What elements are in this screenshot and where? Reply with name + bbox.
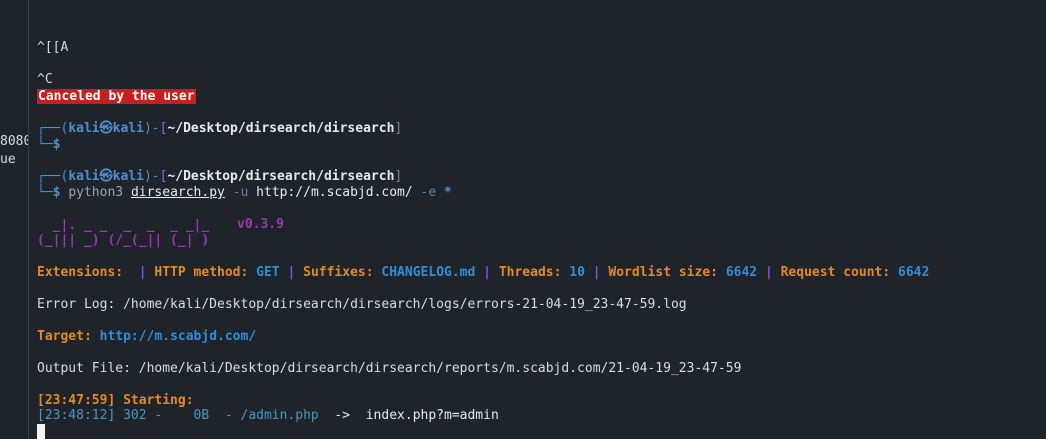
extensions-label: Extensions:: [37, 265, 124, 280]
prompt-frame: ]: [394, 169, 403, 184]
output-file-path: Output File: /home/kali/Desktop/dirsearc…: [37, 361, 742, 376]
http-method-value: GET: [256, 265, 280, 280]
wordlist-value: 6642: [725, 265, 758, 280]
prompt-frame: )-[: [143, 169, 168, 184]
canceled-message: Canceled by the user: [37, 89, 196, 104]
target-url: http://m.scabjd.com/: [99, 329, 257, 344]
separator: |: [592, 265, 601, 280]
http-method-label: HTTP method:: [154, 265, 249, 280]
scan-result-row: [23:48:12] 302 - 0B - /admin.php -> inde…: [37, 408, 499, 424]
scan-starting: [23:47:59] Starting:: [37, 393, 194, 408]
separator: |: [287, 265, 296, 280]
prompt-input-line: └─$: [37, 137, 60, 153]
command-url: http://m.scabjd.com/: [256, 185, 413, 200]
prompt-user: kali㉿kali: [68, 121, 144, 136]
separator: |: [138, 265, 147, 280]
text-cursor: [37, 424, 45, 439]
terminal-output[interactable]: ^[[A ^C Canceled by the user ┌──(kali㉿ka…: [29, 0, 1046, 439]
interrupt-echo: ^C: [37, 72, 53, 87]
threads-value: 10: [569, 265, 585, 280]
prompt-frame: ]: [394, 121, 403, 136]
suffixes-label: Suffixes:: [303, 265, 374, 280]
command-program: python3: [68, 185, 124, 200]
prompt-header: ┌──(kali㉿kali)-[~/Desktop/dirsearch/dirs…: [37, 169, 402, 185]
request-count-value: 6642: [898, 265, 930, 280]
wordlist-label: Wordlist size:: [608, 265, 718, 280]
threads-label: Threads:: [498, 265, 562, 280]
banner-version: v0.3.9: [237, 217, 284, 232]
prompt-symbol: └─$: [37, 185, 61, 200]
suffixes-value: CHANGELOG.md: [381, 265, 476, 280]
command-flag: -u: [232, 185, 249, 200]
gutter-text-line: 8080: [0, 134, 29, 149]
banner-art-top: _|. _ _ _ _ _ _|_: [37, 218, 233, 233]
request-count-label: Request count:: [780, 265, 891, 280]
separator: |: [764, 265, 773, 280]
command-extension: *: [444, 185, 452, 200]
prompt-path: ~/Desktop/dirsearch/dirsearch: [167, 121, 395, 136]
result-entry: [23:48:12] 302 - 0B - /admin.php: [37, 408, 319, 423]
prompt-frame: ┌──(: [37, 121, 69, 136]
canceled-message-line: Canceled by the user: [37, 89, 196, 105]
keystroke-echo: ^[[A: [37, 40, 69, 55]
command-script: dirsearch.py: [130, 185, 225, 200]
prompt-symbol: └─$: [37, 137, 61, 152]
command-flag: -e: [420, 185, 437, 200]
gutter-text-line: ue: [0, 152, 16, 167]
target-label: Target:: [37, 329, 92, 344]
left-pane-gutter: 8080 ue: [0, 0, 29, 439]
config-summary: Extensions: | HTTP method: GET | Suffixe…: [37, 265, 929, 281]
prompt-frame: ┌──(: [37, 169, 69, 184]
redirect-arrow: ->: [318, 408, 366, 423]
error-log-path: Error Log: /home/kali/Desktop/dirsearch/…: [37, 297, 687, 312]
redirect-target: index.php?m=admin: [365, 408, 499, 423]
command-line: └─$ python3 dirsearch.py -u http://m.sca…: [37, 185, 452, 201]
prompt-header: ┌──(kali㉿kali)-[~/Desktop/dirsearch/dirs…: [37, 121, 402, 137]
prompt-frame: )-[: [143, 121, 168, 136]
prompt-path: ~/Desktop/dirsearch/dirsearch: [167, 169, 395, 184]
separator: |: [483, 265, 491, 280]
target-line: Target: http://m.scabjd.com/: [37, 329, 256, 345]
banner-art-bottom: (_||| _) (/_(_|| (_| ): [37, 233, 225, 248]
prompt-user: kali㉿kali: [68, 169, 144, 184]
